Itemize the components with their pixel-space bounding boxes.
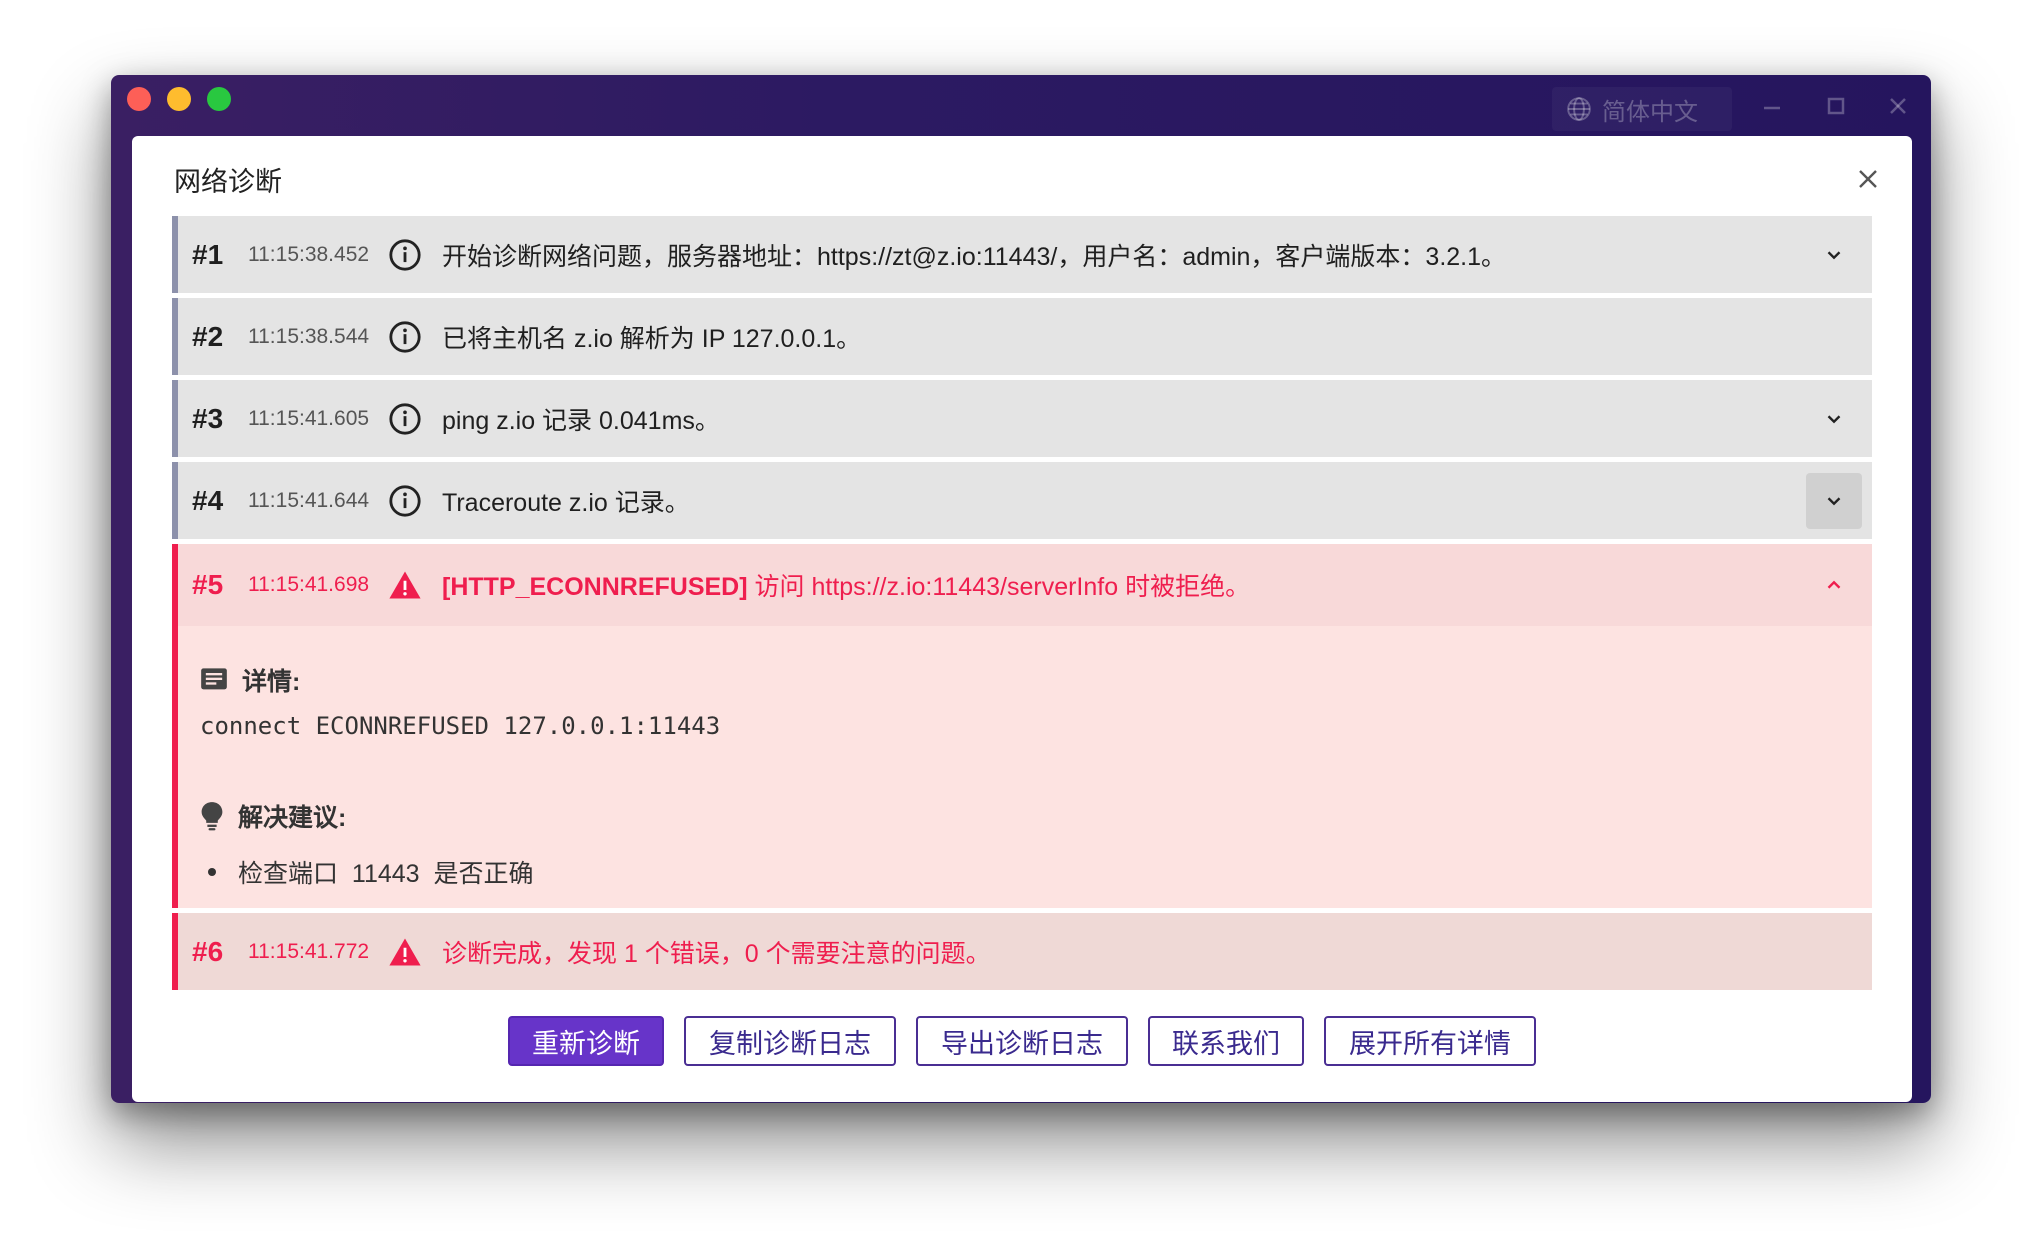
chevron-down-icon: [1827, 250, 1841, 259]
log-row-4[interactable]: #4 11:15:41.644 Traceroute z.io 记录。: [172, 462, 1872, 539]
rediagnose-button[interactable]: 重新诊断: [508, 1016, 664, 1066]
details-label: 详情:: [242, 668, 301, 696]
lightbulb-icon: [201, 802, 223, 831]
close-window-button[interactable]: [127, 87, 151, 111]
log-row-3[interactable]: #3 11:15:41.605 ping z.io 记录 0.041ms。: [172, 380, 1872, 457]
suggestion-item: 检查端口 11443 是否正确: [208, 854, 533, 890]
log-number: #1: [192, 238, 224, 270]
log-number: #2: [192, 320, 224, 352]
log-row-2: #2 11:15:38.544 已将主机名 z.io 解析为 IP 127.0.…: [172, 298, 1872, 375]
notes-icon: [201, 668, 227, 690]
minimize-icon[interactable]: [1757, 91, 1787, 121]
info-icon: [389, 484, 421, 517]
info-icon: [389, 238, 421, 271]
log-message: 诊断完成，发现 1 个错误，0 个需要注意的问题。: [442, 939, 991, 968]
log-message: ping z.io 记录 0.041ms。: [442, 406, 720, 435]
log-number: #4: [192, 484, 224, 516]
log-message: Traceroute z.io 记录。: [442, 488, 690, 517]
contact-us-button[interactable]: 联系我们: [1148, 1016, 1304, 1066]
globe-icon: [1567, 97, 1591, 121]
network-diagnosis-dialog: 网络诊断 #1 11:15:38.452 开始诊断网络问题，服务器地址：http…: [132, 136, 1912, 1102]
suggestion-heading: 解决建议:: [200, 798, 346, 834]
dialog-title: 网络诊断: [174, 167, 282, 197]
expand-chevron-button[interactable]: [1806, 391, 1862, 447]
log-number: #5: [192, 569, 224, 600]
minimize-window-button[interactable]: [167, 87, 191, 111]
log-row-6: #6 11:15:41.772 诊断完成，发现 1 个错误，0 个需要注意的问题…: [172, 913, 1872, 990]
expand-all-details-button[interactable]: 展开所有详情: [1324, 1016, 1536, 1066]
copy-log-button[interactable]: 复制诊断日志: [684, 1016, 896, 1066]
bullet-dot: [208, 868, 216, 876]
error-message: 访问 https://z.io:11443/serverInfo 时被拒绝。: [747, 573, 1251, 601]
info-icon: [389, 402, 421, 435]
log-time: 11:15:41.605: [248, 406, 370, 430]
info-icon: [389, 320, 421, 353]
language-selector[interactable]: 简体中文: [1552, 87, 1732, 131]
collapse-chevron-button[interactable]: [1806, 557, 1862, 613]
warning-icon: [389, 938, 421, 965]
export-log-button[interactable]: 导出诊断日志: [916, 1016, 1128, 1066]
log-message: 已将主机名 z.io 解析为 IP 127.0.0.1。: [442, 324, 862, 353]
dialog-close-icon[interactable]: [1853, 164, 1883, 194]
expand-chevron-button[interactable]: [1806, 227, 1862, 283]
log-message: 开始诊断网络问题，服务器地址：https://zt@z.io:11443/，用户…: [442, 242, 1507, 271]
suggestion-text: 检查端口 11443 是否正确: [238, 860, 534, 888]
log-row-5[interactable]: #5 11:15:41.698 [HTTP_ECONNREFUSED] 访问 h…: [172, 544, 1872, 626]
close-icon[interactable]: [1883, 91, 1913, 121]
error-code: [HTTP_ECONNREFUSED]: [442, 573, 748, 601]
dialog-actions: 重新诊断 复制诊断日志 导出诊断日志 联系我们 展开所有详情: [132, 1016, 1912, 1066]
diagnosis-log-list: #1 11:15:38.452 开始诊断网络问题，服务器地址：https://z…: [172, 216, 1872, 995]
zoom-window-button[interactable]: [207, 87, 231, 111]
log-time: 11:15:41.644: [248, 488, 370, 512]
chevron-up-icon: [1827, 580, 1841, 589]
log-row-1[interactable]: #1 11:15:38.452 开始诊断网络问题，服务器地址：https://z…: [172, 216, 1872, 293]
chevron-down-icon: [1827, 496, 1841, 505]
expand-chevron-button[interactable]: [1806, 472, 1862, 529]
chevron-down-icon: [1827, 414, 1841, 423]
log-time: 11:15:41.772: [248, 939, 370, 963]
warning-icon: [389, 571, 421, 599]
log-message: [HTTP_ECONNREFUSED] 访问 https://z.io:1144…: [442, 567, 1250, 603]
language-label: 简体中文: [1602, 98, 1698, 126]
log-row-5-details: 详情: connect ECONNREFUSED 127.0.0.1:11443…: [172, 626, 1872, 908]
details-heading: 详情:: [200, 662, 300, 698]
log-time: 11:15:38.544: [248, 324, 370, 348]
log-time: 11:15:38.452: [248, 242, 370, 266]
log-number: #6: [192, 935, 224, 967]
details-text: connect ECONNREFUSED 127.0.0.1:11443: [200, 712, 721, 740]
log-number: #3: [192, 402, 224, 434]
suggestion-label: 解决建议:: [238, 804, 347, 832]
log-time: 11:15:41.698: [248, 573, 370, 596]
maximize-icon[interactable]: [1821, 91, 1851, 121]
